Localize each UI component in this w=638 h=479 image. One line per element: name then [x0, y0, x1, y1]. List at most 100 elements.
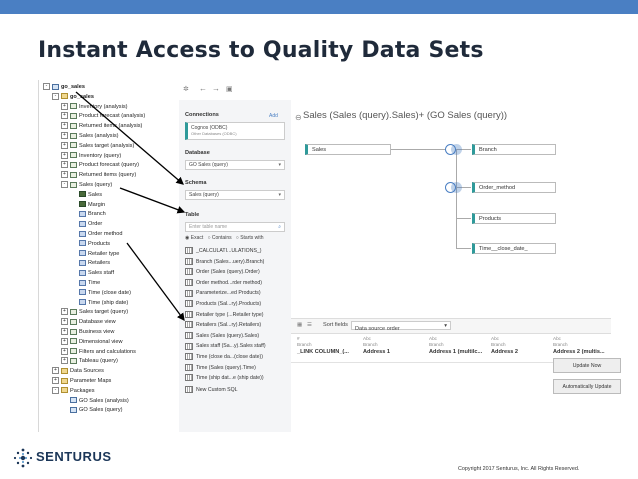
tree-item[interactable]: Products — [70, 240, 110, 249]
tree-item[interactable]: + Inventory (analysis) — [61, 102, 128, 112]
tree-item[interactable]: Time — [70, 279, 100, 288]
tree-item[interactable]: Retailers — [70, 259, 110, 268]
tree-item[interactable]: + Filters and calculations — [61, 347, 136, 357]
tree-item[interactable]: + Database view — [61, 318, 116, 327]
table-list-item[interactable]: Time (ship dat...e (ship date)) — [185, 373, 264, 383]
tree-item[interactable]: Time (ship date) — [70, 299, 128, 308]
table-list-label: Sales (Sales (query).Sales) — [196, 332, 260, 339]
grid-column-header[interactable]: Abc Branch Address 1 — [363, 336, 390, 355]
table-node-branch[interactable]: Branch — [472, 144, 556, 155]
table-list-item[interactable]: _CALCULATI...ULATIONS_) — [185, 246, 262, 256]
expand-icon[interactable]: + — [61, 171, 68, 179]
expand-icon[interactable]: + — [61, 151, 68, 159]
table-list-item[interactable]: Branch (Sales...uery).Branch) — [185, 257, 264, 267]
table-list-item[interactable]: Order (Sales (query).Order) — [185, 267, 260, 277]
tree-item[interactable]: + Sales target (query) — [61, 308, 128, 317]
tree-item[interactable]: + Product forecast (analysis) — [61, 112, 145, 121]
table-list-item[interactable]: Retailers (Sal...ry).Retailers) — [185, 320, 261, 330]
radio-starts-with[interactable]: ○ Starts with — [236, 235, 264, 241]
table-node-time-close-date[interactable]: Time__close_date_ — [472, 243, 556, 254]
tree-item[interactable]: Branch — [70, 210, 106, 219]
tree-item[interactable]: Order method — [70, 230, 123, 239]
tree-item[interactable]: - go_sales — [52, 92, 94, 102]
tree-item[interactable]: Margin — [70, 201, 105, 210]
tree-item[interactable]: + Returned items (analysis) — [61, 122, 142, 131]
table-list-item[interactable]: Sales (Sales (query).Sales) — [185, 331, 259, 341]
tree-item[interactable]: Sales staff — [70, 269, 114, 278]
expand-icon[interactable]: + — [61, 357, 68, 365]
tree-item[interactable]: + Dimensional view — [61, 337, 123, 347]
sort-fields-select[interactable]: Data source order ▾ — [351, 321, 451, 332]
table-list-item[interactable]: Time (close da...(close date)) — [185, 352, 263, 362]
tree-item[interactable]: GO Sales (analysis) — [61, 397, 129, 406]
radio-exact[interactable]: ◉ Exact — [185, 235, 203, 241]
tree-item[interactable]: + Business view — [61, 328, 114, 337]
collapse-icon[interactable]: - — [43, 83, 50, 91]
expand-icon[interactable]: + — [61, 141, 68, 149]
table-node-order-method[interactable]: Order_method — [472, 182, 556, 193]
tree-item[interactable]: Time (close date) — [70, 289, 131, 298]
table-list-item[interactable]: Products (Sal...ry).Products) — [185, 299, 261, 309]
schema-select[interactable]: Sales (query) ▾ — [185, 190, 285, 200]
expand-icon[interactable]: + — [61, 102, 68, 110]
table-node-sales[interactable]: Sales — [305, 144, 391, 155]
tree-item[interactable]: + Data Sources — [52, 367, 104, 376]
sort-fields-label: Sort fields — [323, 322, 348, 328]
back-icon[interactable]: ← — [199, 84, 207, 93]
expand-icon[interactable]: + — [61, 308, 68, 316]
tree-item[interactable]: Sales — [70, 191, 102, 200]
tree-item[interactable]: GO Sales (query) — [61, 406, 123, 415]
expand-icon[interactable]: + — [61, 347, 68, 355]
list-view-icon[interactable]: ☰ — [307, 322, 312, 328]
table-search-input[interactable]: Enter table name ⌕ — [185, 222, 285, 232]
table-node-products[interactable]: Products — [472, 213, 556, 224]
table-list-item[interactable]: Retailer type (...Retailer type) — [185, 310, 263, 320]
collapse-icon[interactable]: - — [61, 181, 68, 189]
radio-contains[interactable]: ○ Contains — [207, 235, 231, 241]
tree-item[interactable]: + Product forecast (query) — [61, 161, 139, 170]
expand-icon[interactable]: + — [61, 122, 68, 130]
grid-column-header[interactable]: Abc Branch Address 1 (multilc... — [429, 336, 482, 355]
grid-column-header[interactable]: Abc Branch Address 2 (multis... — [553, 336, 605, 355]
expand-icon[interactable]: + — [61, 112, 68, 120]
grid-view-icon[interactable]: ▦ — [297, 322, 302, 328]
tree-item[interactable]: + Parameter Maps — [52, 377, 111, 386]
dim-icon — [79, 210, 86, 217]
tree-item[interactable]: + Tableau (query) — [61, 357, 118, 366]
table-list-label: _CALCULATI...ULATIONS_) — [196, 248, 262, 254]
tree-item[interactable]: - Packages — [52, 386, 95, 396]
tree-item[interactable]: Order — [70, 220, 102, 229]
new-custom-sql[interactable]: New Custom SQL — [185, 386, 238, 393]
collapse-icon[interactable]: - — [52, 92, 59, 100]
expand-icon[interactable]: + — [61, 132, 68, 140]
expand-icon[interactable]: + — [61, 337, 68, 345]
tree-item[interactable]: + Sales target (analysis) — [61, 141, 134, 151]
grid-column-header[interactable]: Abc Branch Address 2 — [491, 336, 518, 355]
table-list-item[interactable]: Time (Sales (query).Time) — [185, 363, 256, 373]
automatically-update-button[interactable]: Automatically Update — [553, 379, 621, 394]
settings-icon[interactable]: ✲ — [183, 85, 189, 93]
tree-item[interactable]: - go_sales — [43, 83, 85, 92]
tree-item[interactable]: + Sales (analysis) — [61, 132, 118, 141]
tree-item[interactable]: Retailer type — [70, 250, 119, 259]
update-now-button[interactable]: Update Now — [553, 358, 621, 373]
grid-column-header[interactable]: # Branch _LINK COLUMN_(... — [297, 336, 349, 355]
tree-item[interactable]: - Sales (query) — [61, 181, 112, 190]
expand-icon[interactable]: + — [52, 377, 59, 385]
table-list-item[interactable]: Sales staff (Sa...y).Sales staff) — [185, 341, 266, 351]
table-list-item[interactable]: Parameterize...ed Products) — [185, 288, 261, 298]
table-list-item[interactable]: Order method...rder method) — [185, 278, 262, 288]
add-connection-link[interactable]: Add — [269, 113, 278, 119]
forward-icon[interactable]: → — [212, 84, 220, 93]
expand-icon[interactable]: + — [61, 318, 68, 326]
collapse-icon[interactable]: - — [52, 386, 59, 394]
expand-icon[interactable]: + — [61, 161, 68, 169]
tree-item[interactable]: + Returned items (query) — [61, 171, 136, 180]
expand-icon[interactable]: + — [52, 367, 59, 375]
expand-icon[interactable]: + — [61, 328, 68, 336]
database-select[interactable]: GO Sales (query) ▾ — [185, 160, 285, 170]
connection-card[interactable]: Cognos (ODBC) Other Databases (ODBC) — [185, 122, 285, 140]
save-icon[interactable]: ▣ — [226, 85, 233, 93]
tree-item[interactable]: + Inventory (query) — [61, 151, 121, 161]
datasource-title[interactable]: Sales (Sales (query).Sales)+ (GO Sales (… — [303, 110, 507, 121]
